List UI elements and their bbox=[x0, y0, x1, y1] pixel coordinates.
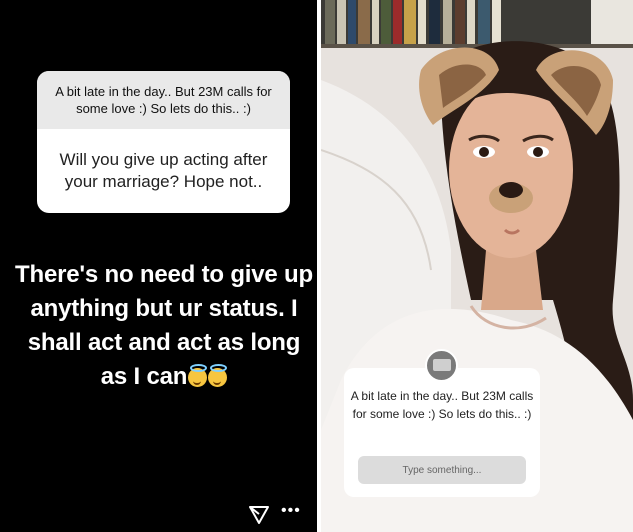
right-story-panel: A bit late in the day.. But 23M calls fo… bbox=[321, 0, 633, 532]
answer-text: There's no need to give up anything but … bbox=[14, 258, 314, 394]
avatar bbox=[425, 349, 458, 382]
question-sticker: A bit late in the day.. But 23M calls fo… bbox=[344, 368, 540, 497]
left-story-panel: A bit late in the day.. But 23M calls fo… bbox=[0, 0, 317, 532]
question-card: A bit late in the day.. But 23M calls fo… bbox=[37, 71, 290, 213]
sticker-text: A bit late in the day.. But 23M calls fo… bbox=[350, 389, 534, 421]
question-header: A bit late in the day.. But 23M calls fo… bbox=[37, 71, 290, 129]
answer-input[interactable]: Type something... bbox=[358, 456, 526, 484]
answer-body: There's no need to give up anything but … bbox=[15, 261, 313, 390]
send-icon[interactable] bbox=[248, 505, 270, 525]
more-icon[interactable]: ••• bbox=[281, 502, 301, 520]
smiling-face-with-halo-icon bbox=[188, 364, 208, 387]
question-text: Will you give up acting after your marri… bbox=[59, 150, 268, 191]
smiling-face-with-halo-icon bbox=[208, 364, 228, 387]
